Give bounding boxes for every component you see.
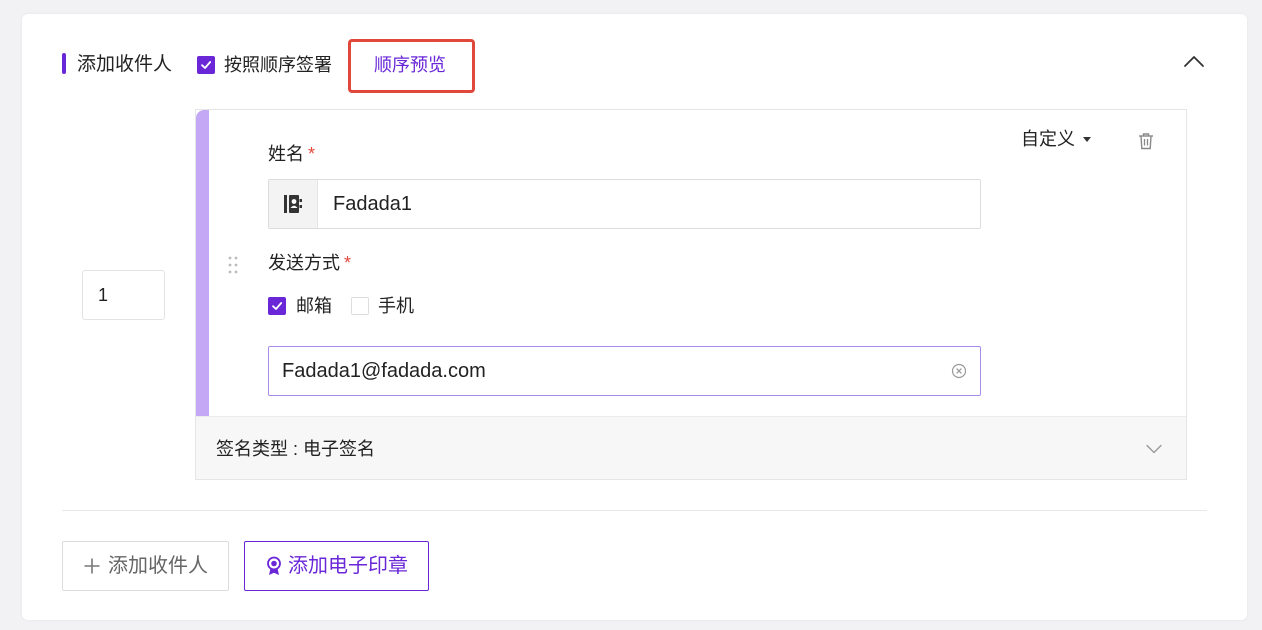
caret-down-icon [1083, 136, 1091, 142]
title-accent-bar [62, 53, 66, 74]
contact-book-button[interactable] [269, 180, 318, 228]
drag-handle-icon[interactable] [228, 256, 238, 274]
clear-icon[interactable] [951, 363, 967, 379]
check-icon [201, 61, 212, 69]
add-seal-label: 添加电子印章 [288, 555, 408, 577]
name-value: Fadada1 [333, 193, 412, 215]
role-select-value: 自定义 [1021, 129, 1075, 149]
divider [62, 510, 1207, 511]
email-option-label[interactable]: 邮箱 [296, 294, 332, 318]
section-title: 添加收件人 [77, 54, 173, 75]
trash-icon[interactable] [1138, 132, 1154, 150]
email-value: Fadada1@fadada.com [282, 360, 486, 382]
sign-type-bar[interactable]: 签名类型 : 电子签名 [196, 416, 1186, 479]
phone-option-label[interactable]: 手机 [378, 294, 414, 318]
order-preview-link[interactable]: 顺序预览 [374, 52, 446, 78]
add-recipient-button[interactable]: 添加收件人 [62, 541, 229, 591]
check-icon [272, 302, 283, 310]
email-input[interactable]: Fadada1@fadada.com [268, 346, 981, 396]
phone-checkbox[interactable] [351, 297, 369, 315]
sign-type-text: 签名类型 : 电子签名 [216, 439, 376, 459]
send-method-label: 发送方式 * [268, 250, 351, 276]
required-mark: * [308, 144, 316, 164]
name-field-label: 姓名 * [268, 141, 315, 167]
send-method-options: 邮箱 手机 [268, 295, 568, 317]
role-select[interactable]: 自定义 [1021, 126, 1091, 152]
section-header: 添加收件人 按照顺序签署 顺序预览 [62, 39, 1202, 93]
order-number-input[interactable]: 1 [82, 270, 165, 320]
required-mark: * [344, 253, 352, 273]
contact-book-icon [284, 195, 302, 213]
plus-icon [84, 558, 100, 574]
add-recipient-label: 添加收件人 [108, 555, 208, 577]
chevron-down-icon[interactable] [1146, 444, 1162, 454]
name-label-text: 姓名 [268, 144, 304, 164]
send-method-label-text: 发送方式 [268, 253, 340, 273]
recipients-card: 添加收件人 按照顺序签署 顺序预览 1 自定义 姓名 * Fadada1 发送方… [22, 14, 1247, 620]
chevron-up-icon[interactable] [1183, 54, 1205, 68]
email-checkbox[interactable] [268, 297, 286, 315]
recipient-accent-bar [196, 110, 209, 416]
recipient-panel: 自定义 姓名 * Fadada1 发送方式 * 邮箱 手机 Fadada1@fa… [195, 109, 1187, 480]
order-sign-label[interactable]: 按照顺序签署 [224, 52, 332, 78]
name-input[interactable]: Fadada1 [268, 179, 981, 229]
add-seal-button[interactable]: 添加电子印章 [244, 541, 429, 591]
order-sign-checkbox[interactable] [197, 56, 215, 74]
seal-icon [267, 556, 281, 575]
